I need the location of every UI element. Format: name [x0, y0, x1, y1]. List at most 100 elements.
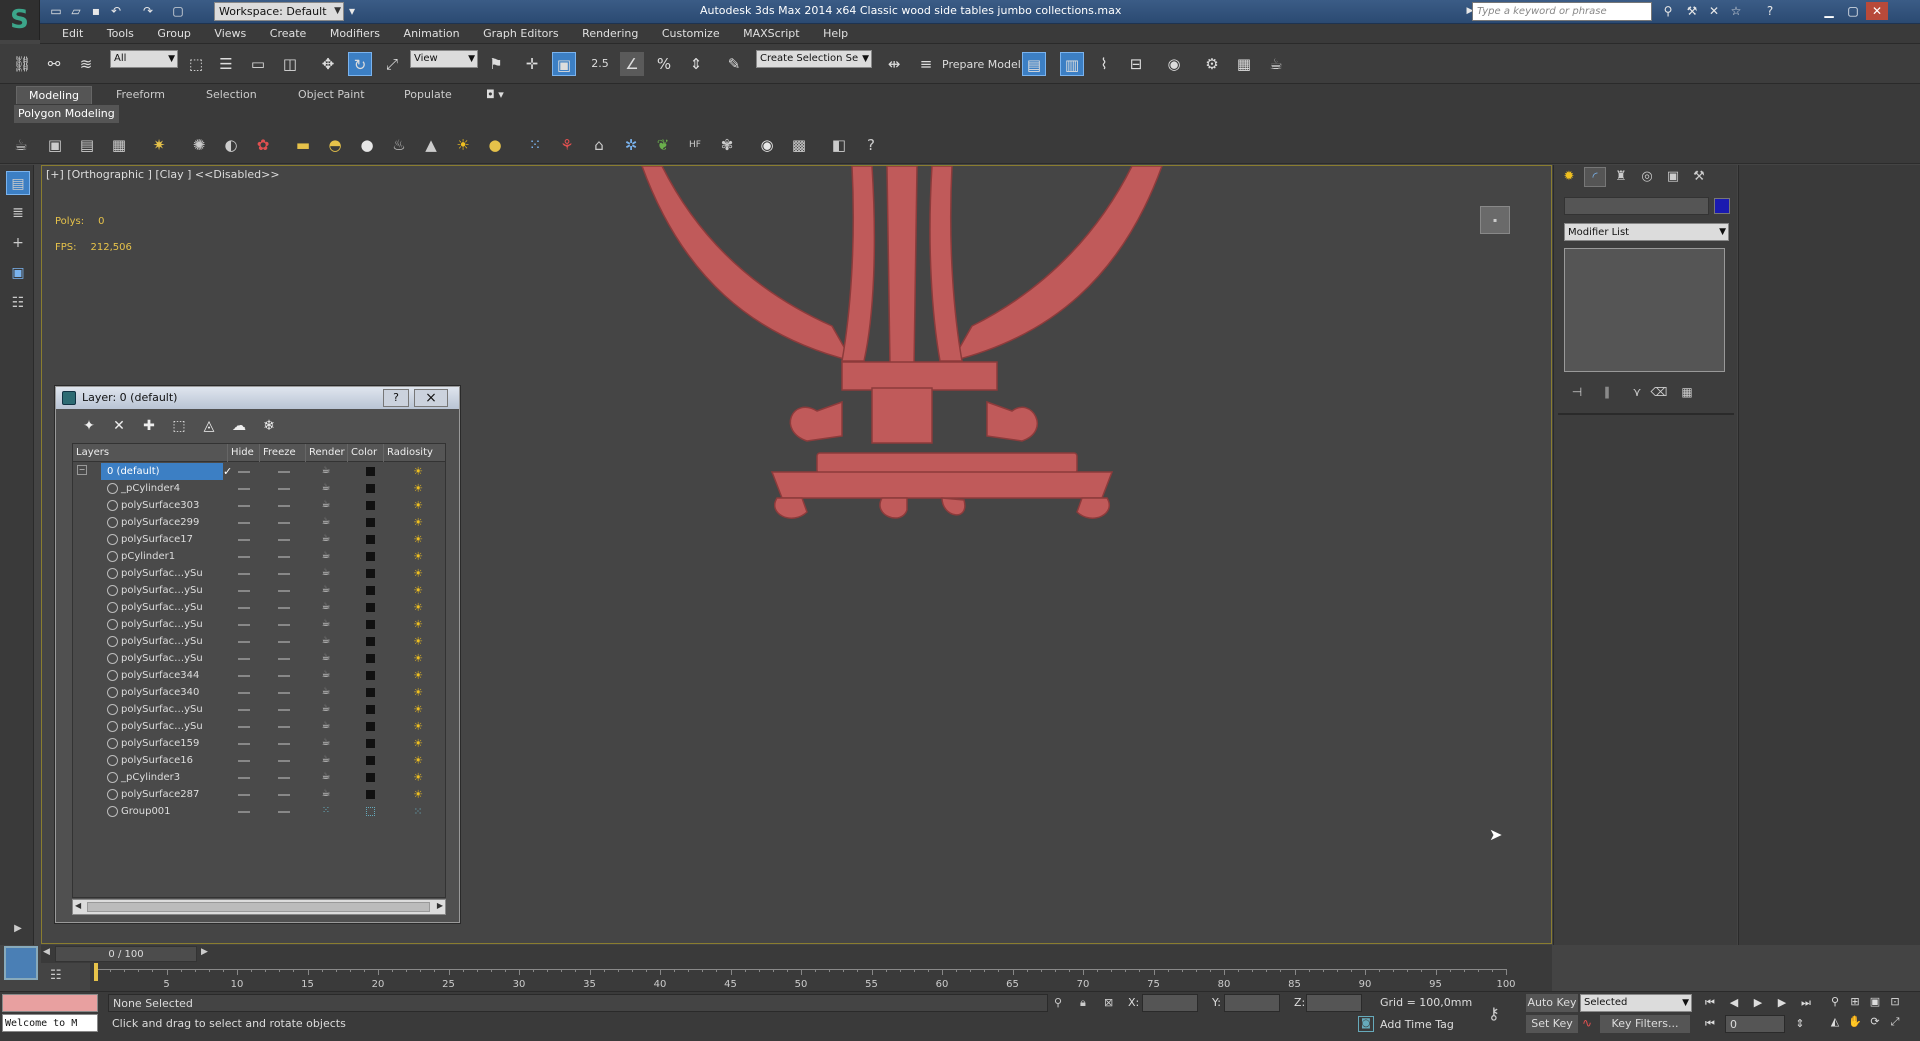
radiosity-icon[interactable]: ☀ — [411, 737, 425, 750]
menu-tools[interactable]: Tools — [97, 24, 144, 44]
bind-space-warp-icon[interactable]: ≋ — [74, 52, 98, 76]
freeze-toggle[interactable] — [278, 692, 290, 694]
hide-toggle[interactable] — [238, 590, 250, 592]
render-teapot-icon[interactable]: ☕ — [320, 465, 332, 477]
track-view-icon[interactable]: ☷ — [50, 968, 62, 983]
layer-color-swatch[interactable] — [366, 484, 375, 493]
layer-color-swatch[interactable] — [366, 569, 375, 578]
material-editor-icon[interactable]: ◉ — [1162, 52, 1186, 76]
hide-toggle[interactable] — [238, 658, 250, 660]
radiosity-icon[interactable]: ☀ — [411, 686, 425, 699]
edit-named-selection-icon[interactable]: ✎ — [722, 52, 746, 76]
render-teapot-icon[interactable]: ☕ — [320, 618, 332, 630]
freeze-toggle[interactable] — [278, 726, 290, 728]
manipulate-icon[interactable]: ✛ — [520, 52, 544, 76]
help-icon[interactable]: ? — [1762, 3, 1778, 19]
freeze-toggle[interactable] — [278, 658, 290, 660]
layer-color-swatch[interactable] — [366, 552, 375, 561]
select-highlighted-icon[interactable]: ⬚ — [168, 416, 190, 436]
y-coordinate-field[interactable] — [1224, 994, 1280, 1012]
particle-icon[interactable]: ⁙ — [524, 134, 546, 156]
menu-animation[interactable]: Animation — [394, 24, 470, 44]
key-filters-button[interactable]: Key Filters... — [1600, 1015, 1690, 1033]
freeze-toggle[interactable] — [278, 709, 290, 711]
freeze-toggle[interactable] — [278, 471, 290, 473]
subscription-icon[interactable]: ⚒ — [1684, 3, 1700, 19]
render-teapot-icon[interactable]: ☕ — [320, 516, 332, 528]
reference-coordinate-select[interactable]: View ▼ — [410, 50, 478, 68]
menu-graph-editors[interactable]: Graph Editors — [473, 24, 569, 44]
layer-object-row[interactable]: pCylinder1 ☕ ☀ — [73, 548, 445, 565]
open-file-icon[interactable]: ▱ — [68, 3, 84, 19]
freeze-toggle[interactable] — [278, 488, 290, 490]
layer-horizontal-scrollbar[interactable]: ◀ ▶ — [72, 899, 446, 915]
active-layer-check-icon[interactable]: ✓ — [223, 463, 232, 480]
freeze-unfreeze-all-icon[interactable]: ❄ — [258, 416, 280, 436]
freeze-toggle[interactable] — [278, 624, 290, 626]
radiosity-icon[interactable]: ☀ — [411, 584, 425, 597]
hide-toggle[interactable] — [238, 692, 250, 694]
angle-snap-icon[interactable]: ∠ — [620, 52, 644, 76]
make-unique-icon[interactable]: ⋎ — [1626, 383, 1648, 401]
field-of-view-icon[interactable]: ◭ — [1826, 1014, 1844, 1030]
redo-icon[interactable]: ↷ — [140, 3, 156, 19]
tab-freeform[interactable]: Freeform — [104, 86, 177, 104]
render-production-icon[interactable]: ☕ — [1264, 52, 1288, 76]
window-crossing-icon[interactable]: ◫ — [278, 52, 302, 76]
display-tab-icon[interactable]: ▣ — [1662, 167, 1684, 187]
freeze-toggle[interactable] — [278, 760, 290, 762]
table-model[interactable] — [602, 166, 1302, 546]
layer-name[interactable]: _pCylinder3 — [121, 769, 180, 786]
search-input[interactable]: Type a keyword or phrase — [1472, 2, 1652, 21]
project-folder-icon[interactable]: ▢ — [170, 3, 186, 19]
hemisphere-icon[interactable]: ◓ — [324, 134, 346, 156]
timeline-marker[interactable] — [94, 963, 98, 981]
freeze-toggle[interactable] — [278, 590, 290, 592]
layer-object-row[interactable]: polySurfac…ySu ☕ ☀ — [73, 718, 445, 735]
menu-customize[interactable]: Customize — [652, 24, 730, 44]
grid-icon[interactable]: ▦ — [108, 134, 130, 156]
hide-toggle[interactable] — [238, 624, 250, 626]
maxscript-listener-output[interactable]: Welcome to M — [2, 1014, 98, 1032]
hide-toggle[interactable] — [238, 726, 250, 728]
hide-toggle[interactable] — [238, 675, 250, 677]
layer-color-swatch[interactable] — [366, 535, 375, 544]
radiosity-icon[interactable]: ☀ — [411, 516, 425, 529]
physics-icon[interactable]: ⚘ — [556, 134, 578, 156]
layer-object-row[interactable]: polySurfac…ySu ☕ ☀ — [73, 582, 445, 599]
key-curve-icon[interactable]: ∿ — [1582, 1016, 1592, 1030]
layer-color-swatch[interactable] — [366, 722, 375, 731]
schematic-view-icon[interactable]: ⊟ — [1124, 52, 1148, 76]
add-to-layer-icon[interactable]: ✚ — [138, 416, 160, 436]
render-teapot-icon[interactable]: ☕ — [320, 771, 332, 783]
key-mode-icon[interactable]: ⏮ — [1700, 1017, 1720, 1031]
freeze-toggle[interactable] — [278, 794, 290, 796]
render-teapot-icon[interactable]: ☕ — [320, 550, 332, 562]
layer-name[interactable]: polySurfac…ySu — [121, 701, 203, 718]
communication-icon[interactable]: ✕ — [1706, 3, 1722, 19]
layer-color-swatch[interactable] — [366, 586, 375, 595]
layer-name[interactable]: 0 (default) — [101, 463, 223, 480]
select-rotate-icon[interactable]: ↻ — [348, 52, 372, 76]
render-teapot-icon[interactable]: ☕ — [320, 703, 332, 715]
render-teapot-icon[interactable]: ☕ — [320, 635, 332, 647]
new-file-icon[interactable]: ▭ — [48, 3, 64, 19]
configure-sets-icon[interactable]: ▦ — [1676, 383, 1698, 401]
radiosity-icon[interactable]: ⁙ — [411, 805, 425, 818]
hide-toggle[interactable] — [238, 573, 250, 575]
particle-view-icon[interactable]: ✺ — [188, 134, 210, 156]
menu-views[interactable]: Views — [204, 24, 256, 44]
scroll-right-icon[interactable]: ▶ — [437, 901, 443, 910]
checker-icon[interactable]: ▩ — [788, 134, 810, 156]
expand-arrow-icon[interactable]: ▶ — [6, 917, 30, 941]
viewport-orthographic[interactable]: [+] [Orthographic ] [Clay ] <<Disabled>>… — [41, 165, 1552, 944]
layer-name[interactable]: polySurfac…ySu — [121, 718, 203, 735]
hide-toggle[interactable] — [238, 607, 250, 609]
layer-object-row[interactable]: polySurface299 ☕ ☀ — [73, 514, 445, 531]
workspace-select[interactable]: Workspace: Default ▼ — [214, 2, 344, 21]
radiosity-icon[interactable]: ☀ — [411, 788, 425, 801]
light-lister-icon[interactable]: ✷ — [148, 134, 170, 156]
remove-modifier-icon[interactable]: ⌫ — [1648, 383, 1670, 401]
mirror-icon[interactable]: ⇹ — [882, 52, 906, 76]
layer-object-row[interactable]: polySurface303 ☕ ☀ — [73, 497, 445, 514]
